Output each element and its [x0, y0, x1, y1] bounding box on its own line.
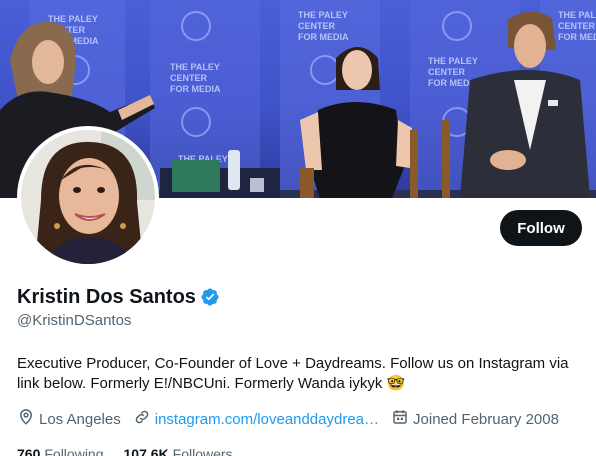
- following-count: 760: [17, 446, 41, 456]
- calendar-icon: [391, 408, 413, 430]
- link-icon: [133, 408, 155, 430]
- profile-handle: @KristinDSantos: [17, 312, 132, 329]
- profile-info: Kristin Dos Santos @KristinDSantos Execu…: [17, 283, 582, 456]
- verified-badge-icon[interactable]: [200, 287, 220, 307]
- location-item: Los Angeles: [17, 408, 121, 430]
- profile-bio: Executive Producer, Co-Founder of Love +…: [17, 355, 569, 392]
- follow-counts: 760 Following 107.6K Followers: [17, 444, 582, 456]
- sign-text: THE PALEY: [558, 10, 596, 20]
- avatar-photo: [21, 130, 155, 264]
- sign-text: CENTER: [558, 21, 596, 31]
- profile-avatar[interactable]: [17, 126, 159, 268]
- sign-text: FOR MEDIA: [298, 32, 349, 42]
- joined-text: Joined February 2008: [413, 410, 559, 428]
- sign-text: FOR MEDIA: [170, 84, 221, 94]
- location-text: Los Angeles: [39, 410, 121, 428]
- sign-text: CENTER: [170, 73, 208, 83]
- sign-text: CENTER: [428, 67, 466, 77]
- display-name: Kristin Dos Santos: [17, 285, 196, 308]
- location-pin-icon: [17, 408, 39, 430]
- sign-text: FOR MEDIA: [558, 32, 596, 42]
- following-label: Following: [44, 446, 104, 456]
- website-item: instagram.com/loveanddaydrea…: [133, 408, 379, 430]
- followers-label: Followers: [172, 446, 233, 456]
- sign-text: CENTER: [298, 21, 336, 31]
- following-link[interactable]: 760 Following: [17, 446, 104, 456]
- follow-button[interactable]: Follow: [500, 210, 582, 246]
- website-link[interactable]: instagram.com/loveanddaydrea…: [155, 411, 379, 428]
- sign-text: THE PALEY: [170, 62, 220, 72]
- sign-text: THE PALEY: [298, 10, 348, 20]
- name-row: Kristin Dos Santos: [17, 283, 582, 311]
- sign-text: THE PALEY: [48, 14, 98, 24]
- followers-link[interactable]: 107.6K Followers: [124, 446, 233, 456]
- joined-item: Joined February 2008: [391, 408, 559, 430]
- sign-text: THE PALEY: [428, 56, 478, 66]
- followers-count: 107.6K: [123, 446, 169, 456]
- profile-meta: Los Angeles instagram.com/loveanddaydrea…: [17, 409, 582, 429]
